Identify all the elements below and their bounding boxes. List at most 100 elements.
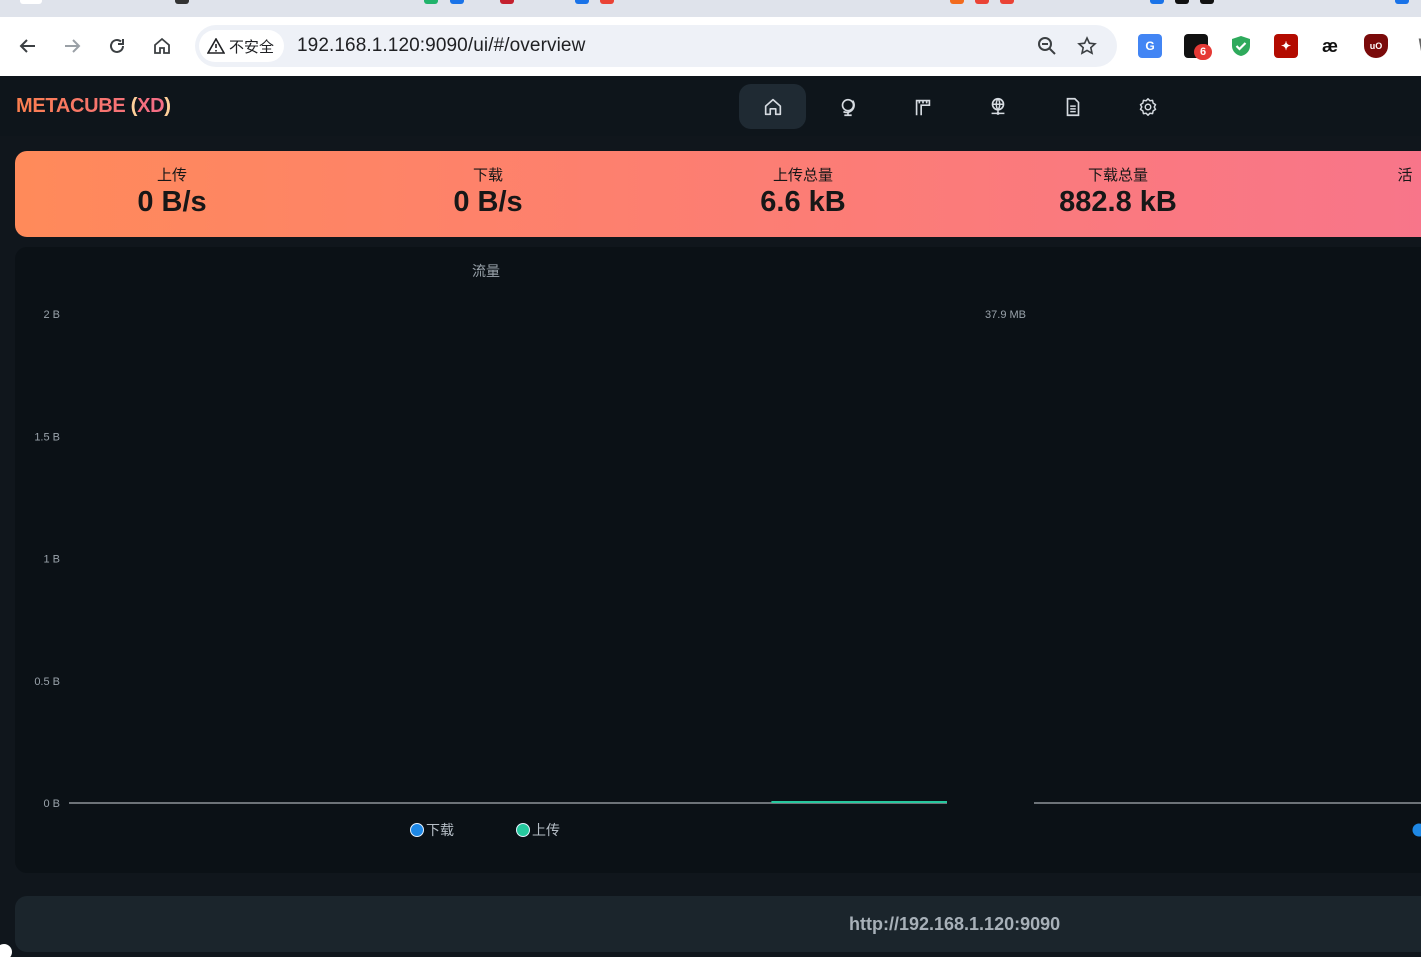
legend-dot xyxy=(516,823,530,837)
logo-suffix: XD xyxy=(137,95,165,117)
address-bar[interactable]: 不安全 192.168.1.120:9090/ui/#/overview xyxy=(195,25,1117,67)
corner-dot xyxy=(0,944,12,957)
app-logo[interactable]: METACUBE (XD) xyxy=(16,95,171,118)
home-icon xyxy=(764,98,781,115)
rules-icon xyxy=(915,99,930,115)
active-tab[interactable] xyxy=(20,0,42,4)
nav-logs[interactable] xyxy=(1039,84,1106,129)
stat-label: 上传 xyxy=(156,167,187,184)
chart-series xyxy=(69,801,1421,804)
translate-icon: G xyxy=(1145,39,1155,53)
connections-icon xyxy=(991,97,1004,115)
logo-text: METACUBE xyxy=(16,95,126,117)
y-tick-label: 1 B xyxy=(43,554,60,566)
stat-active-connections: 活 xyxy=(1275,167,1421,185)
browser-tab-strip[interactable] xyxy=(0,0,1421,17)
tab-favicon[interactable] xyxy=(1175,0,1189,4)
chart-legend: 下载 上传 xyxy=(410,822,1421,838)
y-tick-label: 0.5 B xyxy=(34,676,60,688)
tab-manager-extension[interactable]: 6 xyxy=(1184,34,1212,60)
tab-favicon[interactable] xyxy=(1150,0,1164,4)
reload-button[interactable] xyxy=(100,29,134,63)
legend-label: 上传 xyxy=(532,822,560,838)
arrow-right-icon xyxy=(65,39,81,53)
nav-proxies[interactable] xyxy=(814,84,881,129)
legend-item-download[interactable]: 下载 xyxy=(410,822,455,838)
ublock-extension[interactable]: uO xyxy=(1364,34,1388,58)
extension-badge: 6 xyxy=(1194,44,1212,60)
warning-icon xyxy=(207,38,225,54)
y-tick-label: 2 B xyxy=(43,309,60,321)
y-axis: 2 B 1.5 B 1 B 0.5 B 0 B xyxy=(34,309,60,810)
chart-title: 流量 xyxy=(472,263,500,279)
app-header: METACUBE (XD) xyxy=(0,76,1421,136)
reload-icon xyxy=(110,38,124,53)
legend-item-upload[interactable]: 上传 xyxy=(516,822,561,838)
tab-favicon[interactable] xyxy=(500,0,514,4)
secondary-legend-dot[interactable] xyxy=(1412,823,1421,837)
stat-label: 活 xyxy=(1397,167,1413,184)
nav-overview[interactable] xyxy=(739,84,806,129)
tab-favicon[interactable] xyxy=(1200,0,1214,4)
stats-banner: 上传 0 B/s 下载 0 B/s 上传总量 6.6 kB 下载总量 882.8… xyxy=(15,151,1421,237)
tab-favicon[interactable] xyxy=(424,0,438,4)
back-button[interactable] xyxy=(11,29,45,63)
home-icon xyxy=(154,37,170,54)
ae-icon: æ xyxy=(1321,35,1338,56)
backend-card[interactable]: http://192.168.1.120:9090 xyxy=(15,896,1421,952)
legend-dot xyxy=(410,823,424,837)
ae-extension[interactable]: æ xyxy=(1318,34,1342,58)
stat-value: 0 B/s xyxy=(137,186,207,218)
globe-icon xyxy=(841,98,855,116)
shield-check-icon xyxy=(1232,36,1250,56)
ublock-icon: uO xyxy=(1369,41,1383,51)
security-label: 不安全 xyxy=(229,38,275,56)
shield-extension[interactable] xyxy=(1229,34,1253,58)
backend-url[interactable]: http://192.168.1.120:9090 xyxy=(849,914,1060,935)
stat-upload-speed: 上传 0 B/s xyxy=(42,167,302,219)
tab-favicon[interactable] xyxy=(450,0,464,4)
traffic-chart-card: 流量 2 B 1.5 B 1 B 0.5 B 0 B 37.9 MB 下载 上传 xyxy=(15,247,1421,873)
tab-favicon[interactable] xyxy=(600,0,614,4)
extensions-menu[interactable]: \ xyxy=(1409,34,1421,58)
y-tick-label: 0 B xyxy=(43,798,60,810)
tab-favicon[interactable] xyxy=(175,0,189,4)
secondary-y-tick: 37.9 MB xyxy=(985,309,1026,321)
stat-label: 下载 xyxy=(472,167,503,184)
tab-favicon[interactable] xyxy=(575,0,589,4)
stat-value: 882.8 kB xyxy=(1059,186,1177,218)
stat-label: 上传总量 xyxy=(772,167,833,184)
nav-connections[interactable] xyxy=(964,84,1031,129)
stat-value: 6.6 kB xyxy=(760,186,846,218)
arrow-left-icon xyxy=(19,39,35,53)
zoom-icon xyxy=(1038,37,1056,55)
settings-icon xyxy=(1139,97,1156,116)
pdf-icon: ✦ xyxy=(1280,39,1292,53)
star-icon xyxy=(1077,36,1097,55)
tab-favicon[interactable] xyxy=(1395,0,1409,4)
bookmark-button[interactable] xyxy=(1073,32,1101,60)
url-text[interactable]: 192.168.1.120:9090/ui/#/overview xyxy=(297,35,585,57)
nav-rules[interactable] xyxy=(889,84,956,129)
browser-toolbar: 不安全 192.168.1.120:9090/ui/#/overview G 6… xyxy=(0,17,1421,76)
stat-upload-total: 上传总量 6.6 kB xyxy=(673,167,933,219)
translate-extension[interactable]: G xyxy=(1138,34,1162,58)
pdf-extension[interactable]: ✦ xyxy=(1274,34,1298,58)
tab-favicon[interactable] xyxy=(1000,0,1014,4)
stat-label: 下载总量 xyxy=(1087,167,1148,184)
stat-download-speed: 下载 0 B/s xyxy=(358,167,618,219)
tab-favicon[interactable] xyxy=(975,0,989,4)
nav-settings[interactable] xyxy=(1114,84,1181,129)
zoom-button[interactable] xyxy=(1033,32,1061,60)
stat-value: 0 B/s xyxy=(453,186,523,218)
forward-button[interactable] xyxy=(55,29,89,63)
stat-download-total: 下载总量 882.8 kB xyxy=(988,167,1248,219)
legend-label: 下载 xyxy=(426,822,454,838)
traffic-chart[interactable]: 流量 2 B 1.5 B 1 B 0.5 B 0 B 37.9 MB 下载 上传 xyxy=(15,247,1421,873)
home-button[interactable] xyxy=(145,29,179,63)
security-chip[interactable]: 不安全 xyxy=(199,30,285,62)
logs-icon xyxy=(1066,97,1079,116)
logo-paren-close: ) xyxy=(164,95,171,117)
y-tick-label: 1.5 B xyxy=(34,431,60,443)
tab-favicon[interactable] xyxy=(950,0,964,4)
